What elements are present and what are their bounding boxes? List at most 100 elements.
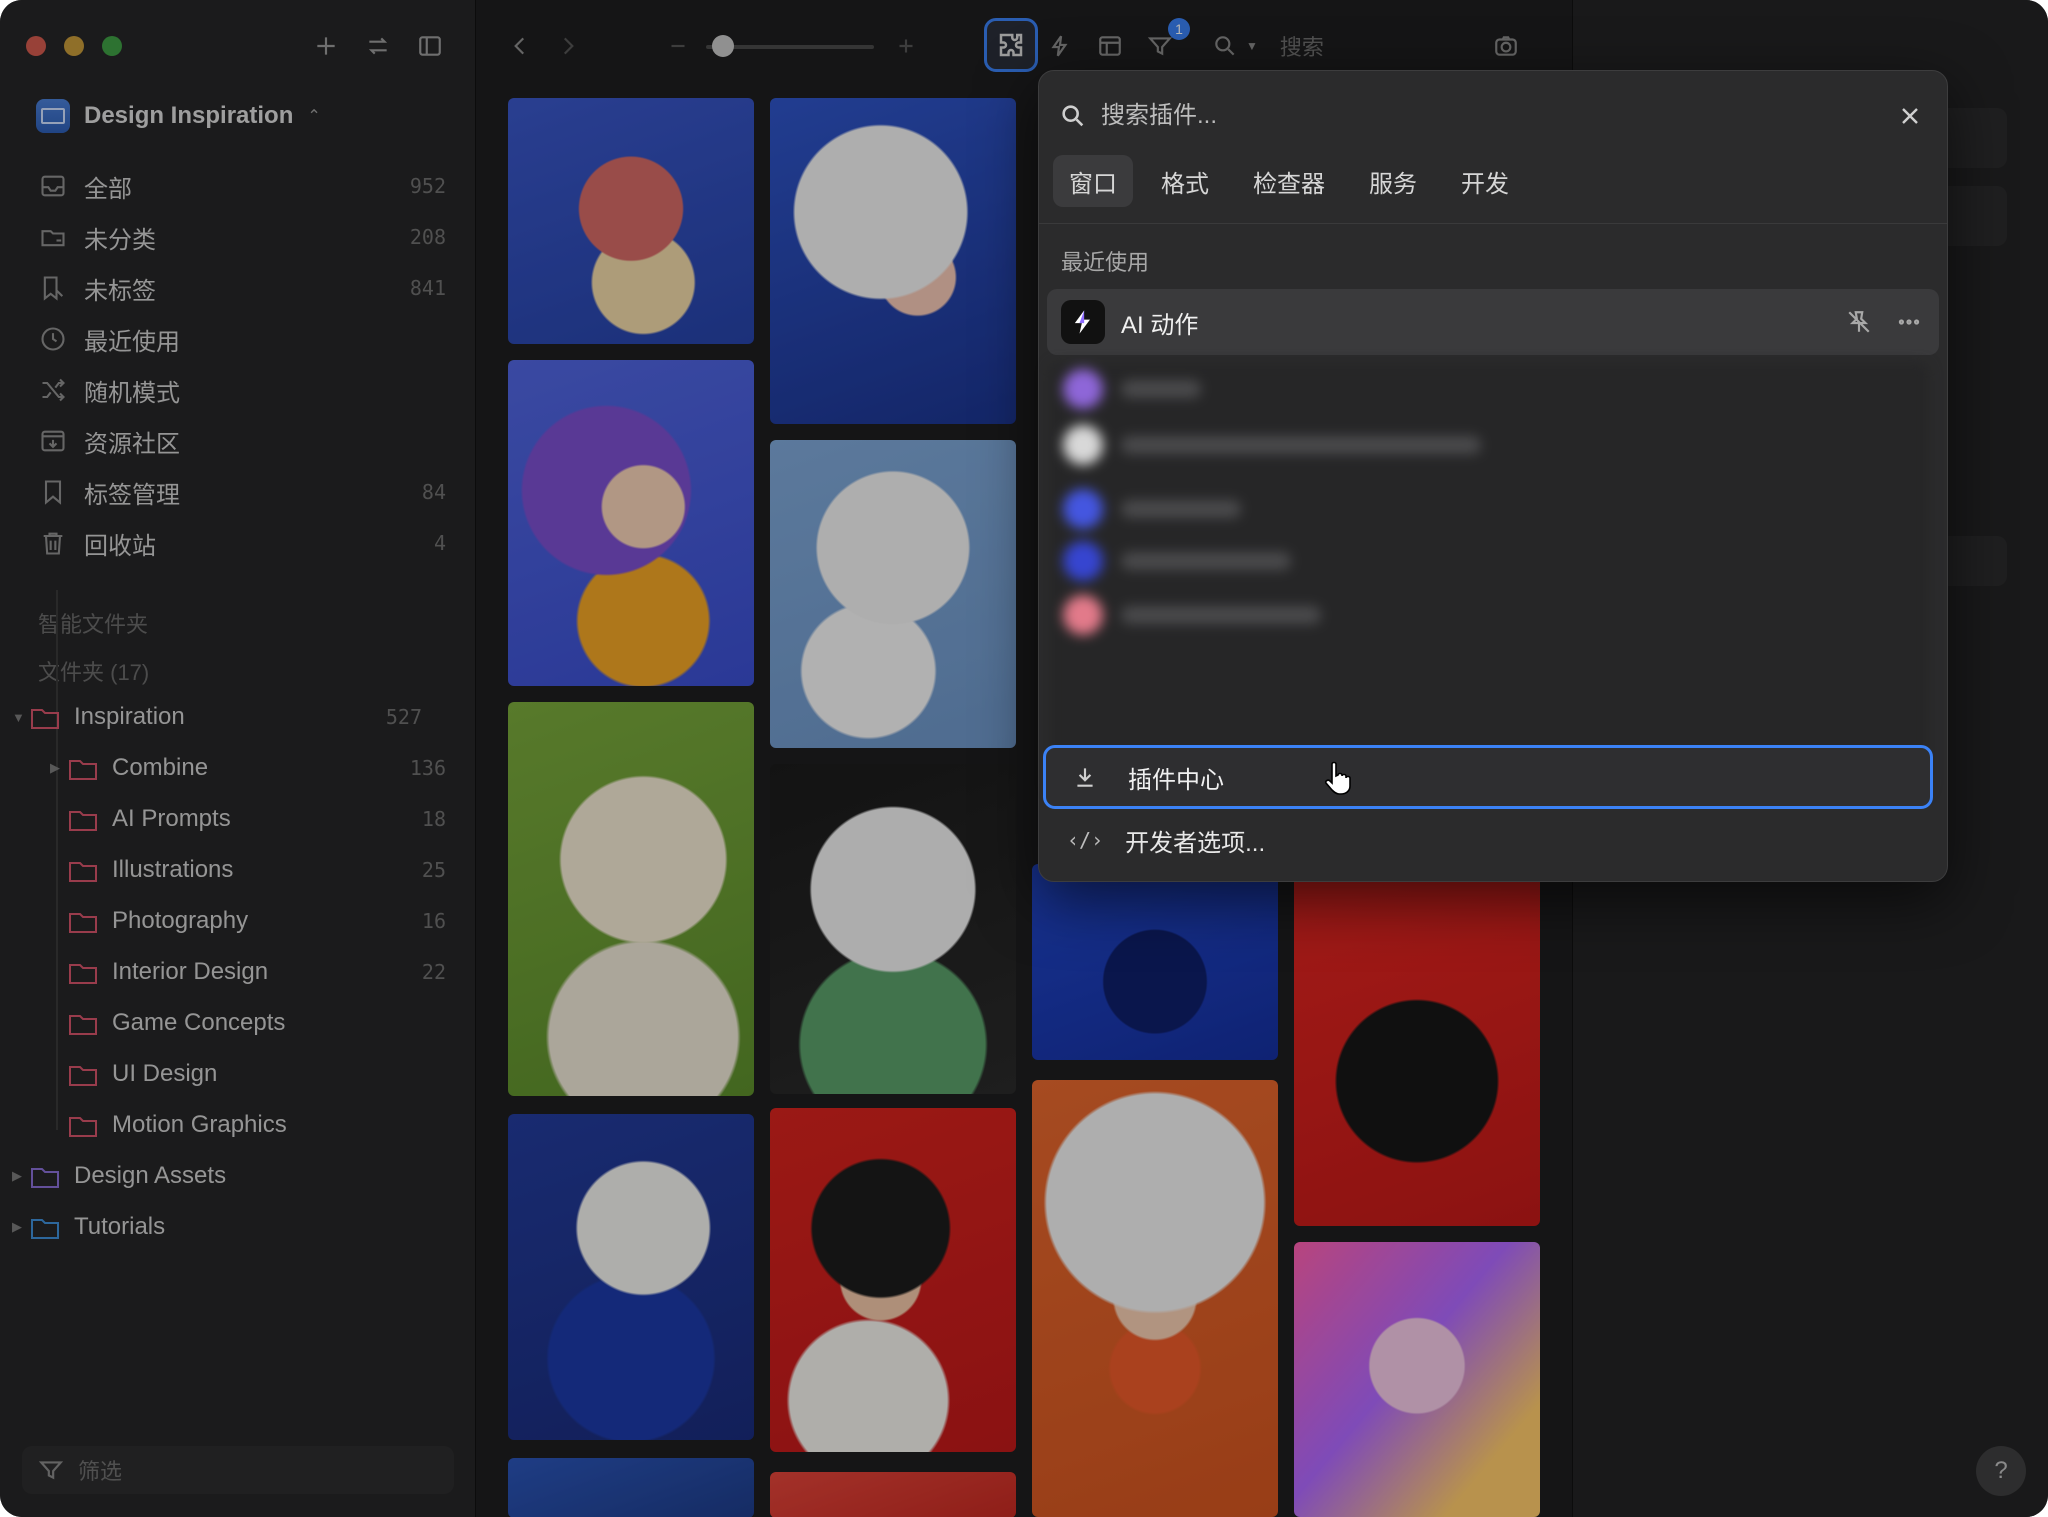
folder-label: UI Design [112, 1060, 218, 1087]
plugin-button[interactable] [984, 18, 1038, 72]
tab-services[interactable]: 服务 [1353, 155, 1433, 207]
folder-ai-prompts[interactable]: AI Prompts 18 [68, 797, 446, 841]
image-thumbnail[interactable] [1032, 864, 1278, 1060]
search-icon [1215, 36, 1235, 56]
sidebar-filter-input[interactable]: 筛选 [22, 1446, 454, 1494]
sidebar-toggle-icon[interactable] [412, 28, 448, 64]
caret-right-icon[interactable]: ▶ [12, 1219, 30, 1235]
folder-count: 25 [421, 858, 446, 882]
folder-inspiration[interactable]: ▼ Inspiration 527 [12, 695, 422, 739]
image-thumbnail[interactable] [770, 98, 1016, 424]
search-placeholder: 搜索 [1279, 35, 1324, 60]
blurred-row [1063, 589, 1913, 641]
plugin-item-ai-action[interactable]: AI 动作 [1047, 289, 1939, 355]
unpin-icon[interactable] [1839, 302, 1879, 342]
toolbar-search[interactable]: ▼ 搜索 [1212, 26, 1532, 66]
image-thumbnail[interactable] [770, 440, 1016, 748]
folder-illustrations[interactable]: Illustrations 25 [68, 848, 446, 892]
image-thumbnail[interactable] [770, 1108, 1016, 1452]
image-thumbnail[interactable] [1294, 1242, 1540, 1517]
image-thumbnail[interactable] [770, 764, 1016, 1094]
nav-item-all[interactable]: 全部 952 [36, 164, 446, 208]
image-thumbnail[interactable] [1032, 1080, 1278, 1517]
folder-label: Photography [112, 907, 249, 934]
nav-item-label: 资源社区 [84, 430, 180, 458]
download-box-icon [36, 424, 70, 458]
image-thumbnail[interactable] [508, 98, 754, 344]
bookmark-icon [36, 475, 70, 509]
layout-icon[interactable] [1090, 26, 1130, 66]
plugin-search[interactable] [1059, 93, 1899, 139]
close-icon[interactable] [1893, 99, 1927, 133]
caret-right-icon[interactable]: ▶ [12, 1168, 30, 1184]
untagged-icon [36, 271, 70, 305]
funnel-icon [38, 1461, 64, 1480]
image-thumbnail[interactable] [508, 1114, 754, 1440]
folder-game-concepts[interactable]: Game Concepts [68, 1001, 446, 1045]
help-button[interactable]: ? [1976, 1446, 2026, 1496]
code-icon: ‹/› [1067, 828, 1104, 852]
add-icon[interactable] [308, 28, 344, 64]
folder-icon [68, 909, 98, 933]
folder-icon [68, 858, 98, 882]
nav-item-count: 84 [421, 480, 446, 504]
folder-ui-design[interactable]: UI Design [68, 1052, 446, 1096]
nav-item-untagged[interactable]: 未标签 841 [36, 266, 446, 310]
tab-develop[interactable]: 开发 [1445, 155, 1525, 207]
image-thumbnail[interactable] [508, 1458, 754, 1517]
window-close-button[interactable] [26, 36, 46, 56]
screenshot-icon[interactable] [1486, 26, 1526, 66]
image-thumbnail[interactable] [1294, 864, 1540, 1226]
caret-down-icon[interactable]: ▼ [12, 710, 30, 725]
folder-icon [68, 1011, 98, 1035]
back-icon[interactable] [500, 26, 540, 66]
image-thumbnail[interactable] [508, 360, 754, 686]
folder-motion-graphics[interactable]: Motion Graphics [68, 1103, 446, 1147]
nav-item-label: 未分类 [84, 226, 156, 254]
zoom-out-icon[interactable] [658, 26, 698, 66]
zoom-slider-knob[interactable] [712, 35, 734, 57]
folder-icon [68, 756, 98, 780]
chevron-down-icon[interactable]: ▼ [1246, 39, 1258, 53]
divider [1039, 223, 1947, 224]
image-thumbnail[interactable] [508, 702, 754, 1096]
plugin-search-input[interactable] [1101, 102, 1801, 130]
tab-inspector[interactable]: 检查器 [1237, 155, 1341, 207]
nav-item-recent[interactable]: 最近使用 [36, 317, 446, 361]
folder-interior-design[interactable]: Interior Design 22 [68, 950, 446, 994]
nav-item-trash[interactable]: 回收站 4 [36, 521, 446, 565]
window-minimize-button[interactable] [64, 36, 84, 56]
folder-photography[interactable]: Photography 16 [68, 899, 446, 943]
library-switcher[interactable]: Design Inspiration ⌃ [36, 96, 321, 136]
developer-options-button[interactable]: ‹/› 开发者选项... [1043, 815, 1933, 865]
nav-item-unfiled[interactable]: 未分类 208 [36, 215, 446, 259]
folder-design-assets[interactable]: ▶ Design Assets [12, 1154, 422, 1198]
image-thumbnail[interactable] [770, 1472, 1016, 1517]
shuffle-icon [36, 373, 70, 407]
nav-item-label: 最近使用 [84, 328, 180, 356]
folders-heading[interactable]: 文件夹 (17) [38, 655, 149, 687]
folder-label: Inspiration [74, 703, 185, 730]
recent-heading: 最近使用 [1061, 250, 1150, 275]
window-maximize-button[interactable] [102, 36, 122, 56]
caret-right-icon[interactable]: ▶ [50, 760, 68, 776]
smart-folders-heading[interactable]: 智能文件夹 [38, 607, 148, 639]
sync-icon[interactable] [360, 28, 396, 64]
folder-tutorials[interactable]: ▶ Tutorials [12, 1205, 422, 1249]
tab-window[interactable]: 窗口 [1053, 155, 1133, 207]
plugin-center-button[interactable]: 插件中心 [1043, 745, 1933, 809]
ai-action-icon[interactable] [1040, 26, 1080, 66]
filter-count-badge: 1 [1168, 18, 1190, 40]
folder-label: Game Concepts [112, 1009, 286, 1036]
nav-item-tags[interactable]: 标签管理 84 [36, 470, 446, 514]
inbox-icon [36, 169, 70, 203]
tab-format[interactable]: 格式 [1145, 155, 1225, 207]
filter-placeholder: 筛选 [78, 1459, 123, 1484]
more-icon[interactable] [1889, 302, 1929, 342]
forward-icon[interactable] [548, 26, 588, 66]
nav-item-label: 标签管理 [84, 481, 180, 509]
nav-item-random[interactable]: 随机模式 [36, 368, 446, 412]
zoom-in-icon[interactable] [886, 26, 926, 66]
nav-item-community[interactable]: 资源社区 [36, 419, 446, 463]
folder-combine[interactable]: ▶ Combine 136 [50, 746, 446, 790]
